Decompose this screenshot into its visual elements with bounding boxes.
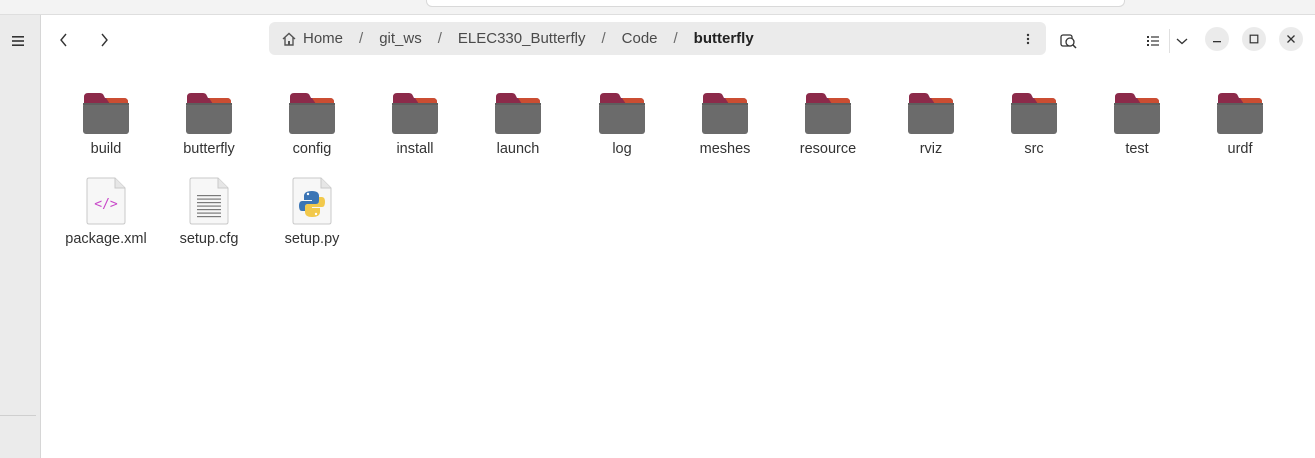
folder-item[interactable]: build: [58, 87, 154, 157]
folder-item[interactable]: urdf: [1192, 87, 1288, 157]
path-bar[interactable]: Home / git_ws / ELEC330_Butterfly / Code…: [269, 22, 1046, 55]
breadcrumb-label: git_ws: [379, 30, 422, 47]
breadcrumb-separator: /: [359, 30, 364, 47]
close-icon: [1287, 35, 1295, 43]
forward-button[interactable]: [90, 27, 118, 53]
file-name-label: rviz: [919, 141, 943, 157]
file-name-label: install: [396, 141, 434, 157]
close-button[interactable]: [1279, 27, 1303, 51]
hamburger-menu-icon: [12, 36, 24, 46]
folder-icon: [83, 93, 129, 134]
file-name-label: launch: [496, 141, 540, 157]
folder-item[interactable]: launch: [470, 87, 566, 157]
search-button[interactable]: [1057, 29, 1081, 53]
folder-item[interactable]: log: [574, 87, 670, 157]
file-name-label: log: [612, 141, 632, 157]
breadcrumb-code[interactable]: Code: [620, 22, 660, 55]
breadcrumb-elec330-butterfly[interactable]: ELEC330_Butterfly: [456, 22, 588, 55]
breadcrumb-label: ELEC330_Butterfly: [457, 30, 586, 47]
vertical-dots-icon: [1026, 33, 1030, 45]
file-name-label: test: [1125, 141, 1149, 157]
breadcrumb-separator: /: [437, 30, 442, 47]
file-name-label: config: [292, 141, 332, 157]
folder-item[interactable]: resource: [780, 87, 876, 157]
list-view-icon: [1147, 36, 1159, 46]
text-file-icon: [189, 177, 229, 225]
folder-icon: [1011, 93, 1057, 134]
file-name-label: setup.cfg: [179, 231, 239, 247]
chevron-right-icon: [101, 33, 108, 47]
folder-icon: [805, 93, 851, 134]
file-name-label: src: [1024, 141, 1044, 157]
file-name-label: resource: [799, 141, 857, 157]
background-window-fragment: [426, 0, 1125, 7]
svg-text:</>: </>: [94, 197, 118, 212]
maximize-button[interactable]: [1242, 27, 1266, 51]
back-button[interactable]: [50, 27, 78, 53]
chevron-down-icon: [1176, 38, 1188, 45]
xml-file-icon: </>: [86, 177, 126, 225]
folder-icon: [1114, 93, 1160, 134]
breadcrumb-git-ws[interactable]: git_ws: [377, 22, 424, 55]
folder-item[interactable]: src: [986, 87, 1082, 157]
folder-icon: [599, 93, 645, 134]
breadcrumb-separator: /: [673, 30, 678, 47]
folder-icon: [908, 93, 954, 134]
view-options-dropdown[interactable]: [1170, 29, 1194, 53]
home-icon: [282, 32, 296, 46]
file-name-label: build: [90, 141, 122, 157]
breadcrumb-label: Code: [621, 30, 658, 47]
sidebar: [0, 15, 41, 458]
folder-icon: [186, 93, 232, 134]
folder-icon: [702, 93, 748, 134]
folder-item[interactable]: test: [1089, 87, 1185, 157]
breadcrumb-home[interactable]: Home: [269, 22, 345, 55]
minimize-button[interactable]: [1205, 27, 1229, 51]
breadcrumb-separator: /: [601, 30, 606, 47]
file-item[interactable]: setup.cfg: [161, 177, 257, 247]
folder-item[interactable]: meshes: [677, 87, 773, 157]
view-toggle-button[interactable]: [1141, 29, 1165, 53]
folder-icon: [1217, 93, 1263, 134]
file-name-label: setup.py: [284, 231, 340, 247]
folder-icon: [392, 93, 438, 134]
breadcrumb-butterfly[interactable]: butterfly: [692, 22, 756, 55]
folder-item[interactable]: install: [367, 87, 463, 157]
file-name-label: meshes: [699, 141, 751, 157]
maximize-icon: [1249, 34, 1259, 44]
search-icon: [1060, 34, 1077, 49]
folder-item[interactable]: rviz: [883, 87, 979, 157]
folder-icon: [289, 93, 335, 134]
file-manager-window: Home / git_ws / ELEC330_Butterfly / Code…: [0, 14, 1315, 458]
breadcrumb-label: Home: [303, 30, 344, 47]
breadcrumb-label: butterfly: [693, 30, 754, 47]
minimize-icon: [1213, 41, 1221, 43]
file-name-label: package.xml: [65, 231, 147, 247]
folder-item[interactable]: butterfly: [161, 87, 257, 157]
main-menu-button[interactable]: [6, 29, 30, 53]
chevron-left-icon: [60, 33, 67, 47]
sidebar-divider: [0, 415, 36, 416]
path-menu-button[interactable]: [1018, 29, 1038, 49]
file-name-label: urdf: [1227, 141, 1253, 157]
file-name-label: butterfly: [183, 141, 235, 157]
desktop-top-strip: [0, 0, 1315, 14]
file-item[interactable]: setup.py: [264, 177, 360, 247]
python-file-icon: [292, 177, 332, 225]
file-item[interactable]: </> package.xml: [58, 177, 154, 247]
folder-item[interactable]: config: [264, 87, 360, 157]
folder-icon: [495, 93, 541, 134]
